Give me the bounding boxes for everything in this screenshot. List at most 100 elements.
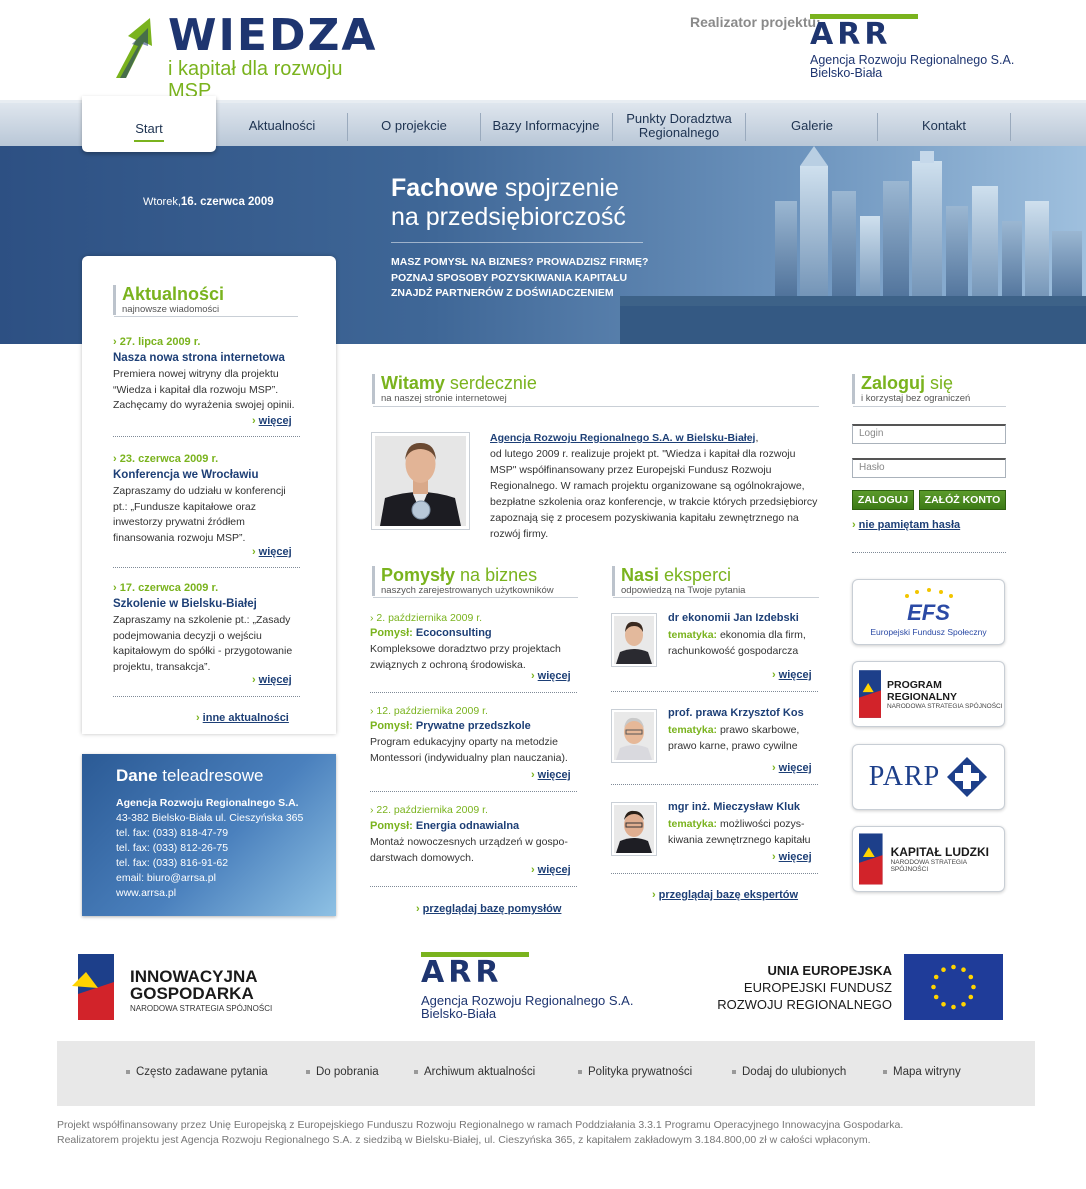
nav-active-indicator	[134, 139, 164, 142]
ig-line-1: INNOWACYJNA	[130, 967, 258, 986]
idea-date: 22. października 2009 r.	[370, 804, 488, 816]
news-more-link[interactable]: więcej	[252, 546, 292, 558]
idea-name: Energia odnawialna	[415, 820, 520, 832]
program-name: PROGRAM REGIONALNY	[886, 678, 957, 703]
footer-link-downloads[interactable]: Do pobrania	[306, 1066, 379, 1078]
news-more-link[interactable]: więcej	[252, 415, 292, 427]
footer-legal-line-1: Projekt współfinansowany przez Unię Euro…	[57, 1119, 904, 1131]
banner-headline: Fachowe spojrzenie na przedsiębiorczość	[391, 174, 626, 232]
idea-name-row[interactable]: Pomysł: Prywatne przedszkole	[370, 720, 531, 732]
footer-link-faq[interactable]: Często zadawane pytania	[126, 1066, 268, 1078]
efs-name: Europejski Fundusz Społeczny	[870, 626, 987, 637]
parp-logo[interactable]: PARP	[852, 744, 1005, 810]
nav-bazy-informacyjne[interactable]: Bazy Informacyjne	[481, 103, 611, 149]
ideas-title-rest: na biznes	[455, 565, 538, 585]
idea-more-link[interactable]: więcej	[531, 769, 571, 781]
expert-portrait-icon	[614, 616, 654, 664]
experts-title-bold: Nasi	[621, 565, 660, 585]
expert-name[interactable]: dr ekonomii Jan Izdebski	[668, 612, 799, 624]
idea-more-link[interactable]: więcej	[531, 670, 571, 682]
footer-legal: Projekt współfinansowany przez Unię Euro…	[57, 1118, 903, 1148]
nav-galerie[interactable]: Galerie	[746, 103, 878, 149]
parp-name: PARP	[868, 761, 941, 792]
wiedza-logo[interactable]: WIEDZA i kapitał dla rozwoju MSP	[112, 14, 382, 102]
contact-box: Dane teleadresowe Agencja Rozwoju Region…	[82, 754, 336, 916]
dotted-divider	[370, 692, 577, 693]
expert-topic: tematyka: ekonomia dla firm, rachunkowoś…	[668, 627, 823, 659]
expert-name[interactable]: mgr inż. Mieczysław Kluk	[668, 801, 800, 813]
footer-link-archive[interactable]: Archiwum aktualności	[414, 1066, 535, 1078]
arr-link[interactable]: Agencja Rozwoju Regionalnego S.A. w Biel…	[490, 432, 755, 444]
program-regionalny-logo[interactable]: PROGRAM REGIONALNY NARODOWA STRATEGIA SP…	[852, 661, 1005, 727]
expert-more-link[interactable]: więcej	[772, 669, 812, 681]
login-subtitle: i korzystaj bez ograniczeń	[861, 393, 971, 404]
kapital-name: KAPITAŁ LUDZKI	[890, 845, 989, 859]
idea-more-link[interactable]: więcej	[531, 864, 571, 876]
idea-name: Prywatne przedszkole	[415, 720, 531, 732]
idea-text: Kompleksowe doradztwo przy projektach zw…	[370, 643, 561, 671]
nav-start[interactable]: Start	[82, 96, 216, 152]
ig-line-2: GOSPODARKA	[130, 984, 254, 1003]
kapital-ludzki-logo[interactable]: KAPITAŁ LUDZKI NARODOWA STRATEGIA SPÓJNO…	[852, 826, 1005, 892]
program-text: PROGRAM REGIONALNY NARODOWA STRATEGIA SP…	[887, 679, 1004, 710]
nav-aktualnosci[interactable]: Aktualności	[216, 103, 348, 149]
expert-photo	[611, 613, 657, 667]
arr-name-2: Bielsko-Biała	[421, 1006, 497, 1021]
efs-logo-box[interactable]: EFS Europejski Fundusz Społeczny	[852, 579, 1005, 645]
welcome-title-rest: serdecznie	[444, 373, 537, 393]
expert-more-link[interactable]: więcej	[772, 851, 812, 863]
dotted-divider	[370, 886, 577, 887]
contact-address: 43-382 Bielsko-Biała ul. Cieszyńska 365	[116, 812, 304, 824]
password-input[interactable]: Hasło	[852, 458, 1006, 478]
news-more-link[interactable]: więcej	[252, 674, 292, 686]
arr-logo[interactable]: ARR Agencja Rozwoju Regionalnego S.A. Bi…	[810, 14, 1020, 86]
browse-ideas-link[interactable]: przeglądaj bazę pomysłów	[416, 903, 562, 915]
headline-line-2: na przedsiębiorczość	[391, 203, 626, 231]
news-date: 23. czerwca 2009 r.	[113, 453, 218, 465]
news-heading: Aktualności najnowsze wiadomości	[113, 285, 224, 315]
expert-topic-label: tematyka:	[668, 724, 718, 736]
news-item-title[interactable]: Szkolenie w Bielsku-Białej	[113, 598, 257, 610]
eu-line-1: UNIA EUROPEJSKA	[767, 963, 892, 978]
expert-more-link[interactable]: więcej	[772, 762, 812, 774]
ideas-subtitle: naszych zarejestrowanych użytkowników	[381, 585, 554, 596]
idea-name-row[interactable]: Pomysł: Ecoconsulting	[370, 627, 492, 639]
footer-link-sitemap[interactable]: Mapa witryny	[883, 1066, 961, 1078]
contact-title-bold: Dane	[116, 766, 158, 785]
contact-www[interactable]: www.arrsa.pl	[116, 886, 176, 901]
register-button[interactable]: ZAŁÓŻ KONTO	[919, 490, 1006, 510]
footer-link-privacy[interactable]: Polityka prywatności	[578, 1066, 692, 1078]
news-date: 17. czerwca 2009 r.	[113, 582, 218, 594]
arr-footer-logo[interactable]: ARR Agencja Rozwoju Regionalnego S.A. Bi…	[421, 952, 633, 1020]
nav-kontakt[interactable]: Kontakt	[878, 103, 1010, 149]
banner-divider	[391, 242, 643, 243]
contact-email[interactable]: email: biuro@arrsa.pl	[116, 871, 216, 886]
welcome-heading: Witamy serdecznie na naszej stronie inte…	[372, 374, 537, 404]
news-item-title[interactable]: Nasza nowa strona internetowa	[113, 352, 285, 364]
nav-start-label: Start	[135, 120, 163, 136]
other-news-link[interactable]: inne aktualności	[196, 712, 289, 724]
news-subtitle: najnowsze wiadomości	[122, 304, 220, 315]
nav-punkty-doradztwa[interactable]: Punkty Doradztwa Regionalnego	[613, 103, 745, 149]
headline-bold: Fachowe	[391, 174, 498, 202]
idea-name-row[interactable]: Pomysł: Energia odnawialna	[370, 820, 519, 832]
news-item-title[interactable]: Konferencja we Wrocławiu	[113, 469, 259, 481]
ig-line-3: NARODOWA STRATEGIA SPÓJNOŚCI	[130, 1004, 273, 1013]
footer-link-favorites[interactable]: Dodaj do ulubionych	[732, 1066, 846, 1078]
experts-title-rest: eksperci	[659, 565, 732, 585]
nav-o-projekcie[interactable]: O projekcie	[348, 103, 480, 149]
dotted-divider	[852, 552, 1006, 553]
expert-name[interactable]: prof. prawa Krzysztof Kos	[668, 707, 804, 719]
contact-phone: tel. fax: (033) 818-47-79	[116, 827, 229, 839]
browse-experts-link[interactable]: przeglądaj bazę ekspertów	[652, 889, 798, 901]
realizator-label: Realizator projektu:	[690, 14, 821, 30]
login-button[interactable]: ZALOGUJ	[852, 490, 914, 510]
login-input[interactable]: Login	[852, 424, 1006, 444]
tagline-2: POZNAJ SPOSOBY POZYSKIWANIA KAPITAŁU	[391, 271, 628, 284]
expert-topic: tematyka: prawo skarbowe, prawo karne, p…	[668, 722, 818, 754]
date-full: 16. czerwca 2009	[180, 196, 274, 208]
efs-mark: EFS	[907, 599, 950, 625]
welcome-text: Agencja Rozwoju Regionalnego S.A. w Biel…	[490, 430, 820, 542]
expert-topic-label: tematyka:	[668, 818, 718, 830]
forgot-password-link[interactable]: nie pamiętam hasła	[852, 519, 961, 531]
